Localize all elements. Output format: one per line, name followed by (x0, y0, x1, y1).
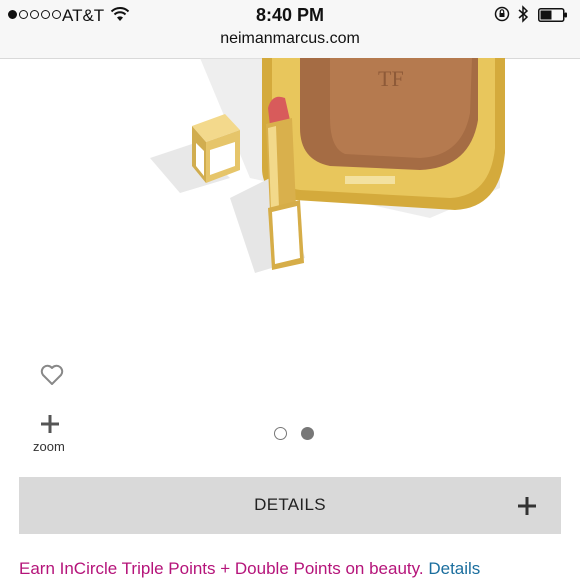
browser-top-bar: AT&T 8:40 PM neimanmarcus.com (0, 0, 580, 59)
pager-dot-1[interactable] (274, 427, 287, 440)
address-bar-url[interactable]: neimanmarcus.com (0, 30, 580, 48)
heart-icon[interactable] (40, 364, 64, 386)
promo-details-link[interactable]: Details (428, 559, 480, 578)
plus-icon (518, 497, 536, 515)
status-bar: AT&T 8:40 PM (0, 0, 580, 30)
product-image[interactable]: TF (0, 58, 580, 348)
svg-text:TF: TF (378, 66, 404, 91)
details-label: DETAILS (254, 495, 326, 514)
bronzer-compact: TF (262, 58, 505, 210)
details-accordion-button[interactable]: DETAILS (19, 477, 561, 534)
image-pager (274, 427, 314, 440)
bluetooth-icon (518, 5, 529, 23)
incircle-promo: Earn InCircle Triple Points + Double Poi… (19, 559, 480, 579)
zoom-label[interactable]: zoom (33, 439, 65, 454)
rotation-lock-icon (494, 6, 510, 22)
pager-dot-2-active[interactable] (301, 427, 314, 440)
lipstick-cap (192, 114, 240, 183)
battery-icon (538, 8, 567, 22)
zoom-plus-icon[interactable] (40, 414, 60, 434)
promo-text: Earn InCircle Triple Points + Double Poi… (19, 559, 424, 578)
status-time: 8:40 PM (255, 5, 325, 25)
